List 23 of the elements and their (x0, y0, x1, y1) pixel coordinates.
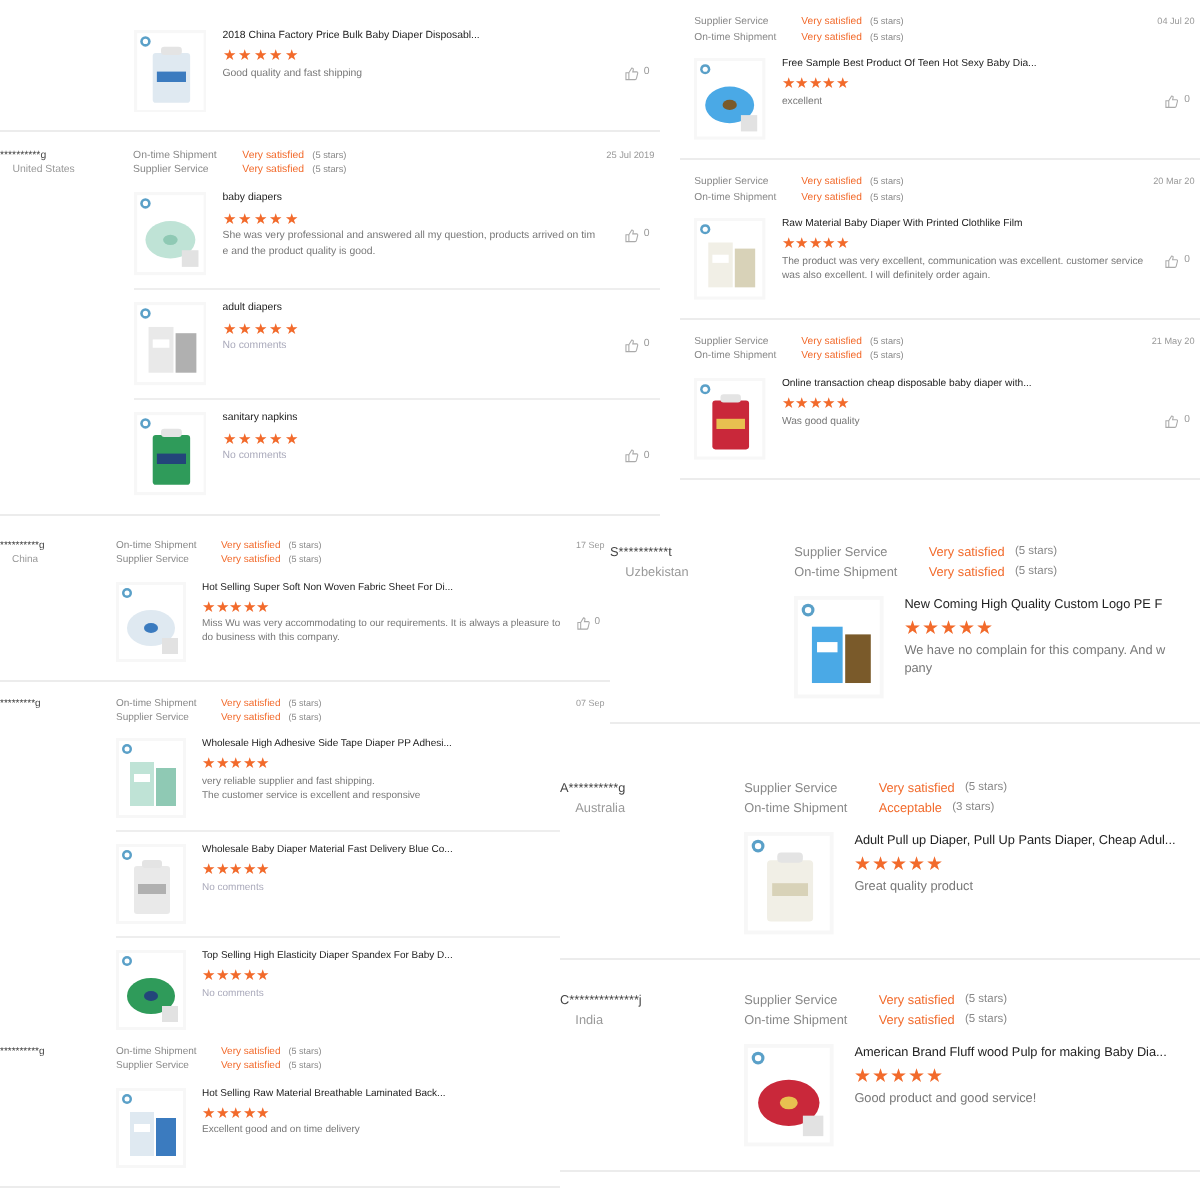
thumbs-up-icon[interactable] (1164, 253, 1181, 269)
star-icon: ★ (908, 856, 925, 876)
star-icon: ★ (854, 1068, 871, 1088)
star-icon: ★ (908, 1068, 925, 1088)
star-icon: ★ (958, 620, 975, 640)
thumbs-up-icon[interactable] (575, 616, 591, 631)
star-icon: ★ (854, 856, 871, 876)
thumbs-up-icon[interactable] (624, 338, 640, 355)
star-icon: ★ (872, 856, 889, 876)
star-icon: ★ (926, 856, 942, 876)
star-icon: ★ (976, 620, 992, 640)
star-icon: ★ (890, 856, 907, 876)
star-icon: ★ (890, 1068, 907, 1088)
thumbs-up-icon[interactable] (624, 65, 640, 82)
thumbs-up-icon[interactable] (1164, 413, 1181, 429)
star-icon: ★ (904, 620, 921, 640)
thumbs-up-icon[interactable] (1164, 93, 1181, 109)
star-icon: ★ (940, 620, 957, 640)
thumbs-up-icon[interactable] (624, 448, 640, 465)
star-icon: ★ (922, 620, 939, 640)
thumbs-up-icon[interactable] (624, 228, 640, 245)
star-icon: ★ (872, 1068, 889, 1088)
star-icon: ★ (926, 1068, 942, 1088)
